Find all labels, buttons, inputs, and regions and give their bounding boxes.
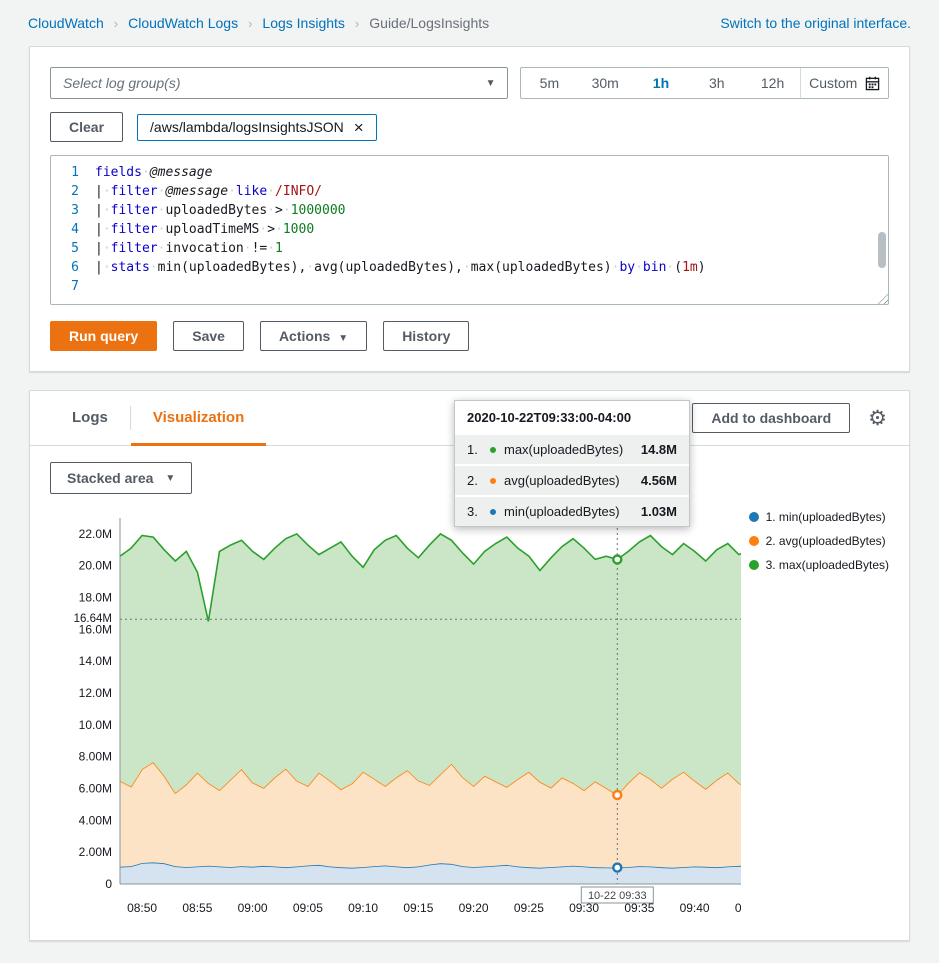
series-marker-icon: [490, 447, 496, 453]
svg-text:09:45: 09:45: [735, 901, 741, 915]
series-marker-icon: [490, 478, 496, 484]
tooltip-timestamp: 2020-10-22T09:33:00-04:00: [455, 401, 689, 433]
code-line: 3|·filter·uploadedBytes·>·1000000: [51, 201, 888, 220]
time-range-5m[interactable]: 5m: [521, 68, 577, 98]
svg-text:08:50: 08:50: [127, 901, 157, 915]
log-group-placeholder: Select log group(s): [63, 75, 181, 91]
svg-text:20.0M: 20.0M: [79, 559, 112, 573]
breadcrumb: CloudWatch › CloudWatch Logs › Logs Insi…: [28, 15, 489, 31]
chart-type-dropdown[interactable]: Stacked area ▼: [50, 462, 192, 494]
clear-button[interactable]: Clear: [50, 112, 123, 142]
stacked-area-chart[interactable]: 02.00M4.00M6.00M8.00M10.0M12.0M14.0M16.0…: [50, 506, 741, 928]
legend-dot-icon: [749, 512, 759, 522]
legend-item[interactable]: 2. avg(uploadedBytes): [749, 534, 889, 548]
svg-text:09:15: 09:15: [403, 901, 433, 915]
svg-text:22.0M: 22.0M: [79, 527, 112, 541]
time-range-custom[interactable]: Custom: [800, 68, 888, 98]
svg-text:09:40: 09:40: [680, 901, 710, 915]
svg-text:09:00: 09:00: [238, 901, 268, 915]
svg-text:8.00M: 8.00M: [79, 750, 112, 764]
svg-text:18.0M: 18.0M: [79, 591, 112, 605]
tooltip-row: 3.min(uploadedBytes)1.03M: [455, 495, 689, 526]
code-line: 6|·stats·min(uploadedBytes),·avg(uploade…: [51, 258, 888, 277]
svg-text:6.00M: 6.00M: [79, 782, 112, 796]
svg-text:09:20: 09:20: [459, 901, 489, 915]
remove-log-group-icon[interactable]: ×: [354, 119, 364, 136]
line-number: 3: [51, 201, 95, 220]
time-range-3h[interactable]: 3h: [689, 68, 745, 98]
code-line: 2|·filter·@message·like·/INFO/: [51, 182, 888, 201]
visualization-panel: Logs Visualization Add to dashboard ⚙ 20…: [29, 390, 910, 941]
log-group-chip-label: /aws/lambda/logsInsightsJSON: [150, 119, 344, 135]
svg-text:09:05: 09:05: [293, 901, 323, 915]
line-number: 6: [51, 258, 95, 277]
line-number: 1: [51, 163, 95, 182]
line-number: 2: [51, 182, 95, 201]
log-group-chip: /aws/lambda/logsInsightsJSON ×: [137, 114, 377, 141]
svg-text:14.0M: 14.0M: [79, 654, 112, 668]
svg-text:12.0M: 12.0M: [79, 686, 112, 700]
custom-label: Custom: [809, 75, 857, 91]
tooltip-row: 1.max(uploadedBytes)14.8M: [455, 433, 689, 464]
tab-logs[interactable]: Logs: [50, 392, 130, 446]
legend-item[interactable]: 3. max(uploadedBytes): [749, 558, 889, 572]
line-number: 4: [51, 220, 95, 239]
run-query-button[interactable]: Run query: [50, 321, 157, 351]
breadcrumb-cloudwatch[interactable]: CloudWatch: [28, 15, 104, 31]
query-editor[interactable]: 1fields·@message2|·filter·@message·like·…: [50, 155, 889, 305]
svg-text:09:10: 09:10: [348, 901, 378, 915]
legend-dot-icon: [749, 560, 759, 570]
code-line: 4|·filter·uploadTimeMS·>·1000: [51, 220, 888, 239]
breadcrumb-separator-icon: ›: [248, 16, 252, 31]
svg-text:10.0M: 10.0M: [79, 718, 112, 732]
line-number: 5: [51, 239, 95, 258]
legend-item[interactable]: 1. min(uploadedBytes): [749, 510, 889, 524]
code-line: 1fields·@message: [51, 163, 888, 182]
breadcrumb-current-page: Guide/LogsInsights: [369, 15, 489, 31]
time-range-30m[interactable]: 30m: [577, 68, 633, 98]
save-button[interactable]: Save: [173, 321, 244, 351]
history-button[interactable]: History: [383, 321, 469, 351]
line-number: 7: [51, 277, 95, 296]
time-range-1h[interactable]: 1h: [633, 68, 689, 98]
calendar-icon: [865, 76, 880, 91]
gear-icon[interactable]: ⚙: [866, 404, 889, 433]
svg-text:08:55: 08:55: [182, 901, 212, 915]
chevron-down-icon: ▼: [165, 473, 175, 484]
svg-text:09:25: 09:25: [514, 901, 544, 915]
time-range-12h[interactable]: 12h: [745, 68, 801, 98]
svg-text:2.00M: 2.00M: [79, 845, 112, 859]
code-line: 7: [51, 277, 888, 296]
breadcrumb-separator-icon: ›: [355, 16, 359, 31]
tab-visualization[interactable]: Visualization: [131, 392, 266, 446]
chevron-down-icon: ▼: [338, 333, 348, 344]
chart-type-label: Stacked area: [67, 470, 153, 486]
actions-button[interactable]: Actions▼: [260, 321, 367, 351]
query-panel: Select log group(s) ▼ 5m 30m 1h 3h 12h C…: [29, 46, 910, 372]
chart-legend: 1. min(uploadedBytes) 2. avg(uploadedByte…: [749, 510, 889, 928]
chevron-down-icon: ▼: [486, 78, 496, 89]
svg-text:0: 0: [105, 877, 112, 891]
code-line: 5|·filter·invocation·!=·1: [51, 239, 888, 258]
chart-tooltip: 2020-10-22T09:33:00-04:00 1.max(uploaded…: [454, 400, 690, 527]
breadcrumb-cloudwatch-logs[interactable]: CloudWatch Logs: [128, 15, 238, 31]
time-range-selector: 5m 30m 1h 3h 12h Custom: [520, 67, 889, 99]
add-to-dashboard-button[interactable]: Add to dashboard: [692, 403, 850, 433]
breadcrumb-separator-icon: ›: [114, 16, 118, 31]
switch-interface-link[interactable]: Switch to the original interface.: [720, 15, 911, 31]
svg-text:10-22 09:33: 10-22 09:33: [588, 890, 647, 902]
log-group-select[interactable]: Select log group(s) ▼: [50, 67, 508, 99]
breadcrumb-logs-insights[interactable]: Logs Insights: [262, 15, 345, 31]
svg-text:4.00M: 4.00M: [79, 813, 112, 827]
breadcrumb-bar: CloudWatch › CloudWatch Logs › Logs Insi…: [0, 0, 939, 42]
tooltip-row: 2.avg(uploadedBytes)4.56M: [455, 464, 689, 495]
series-marker-icon: [490, 509, 496, 515]
svg-text:16.64M: 16.64M: [74, 613, 112, 625]
legend-dot-icon: [749, 536, 759, 546]
editor-scrollbar[interactable]: [878, 232, 886, 268]
query-code: 1fields·@message2|·filter·@message·like·…: [51, 163, 888, 296]
